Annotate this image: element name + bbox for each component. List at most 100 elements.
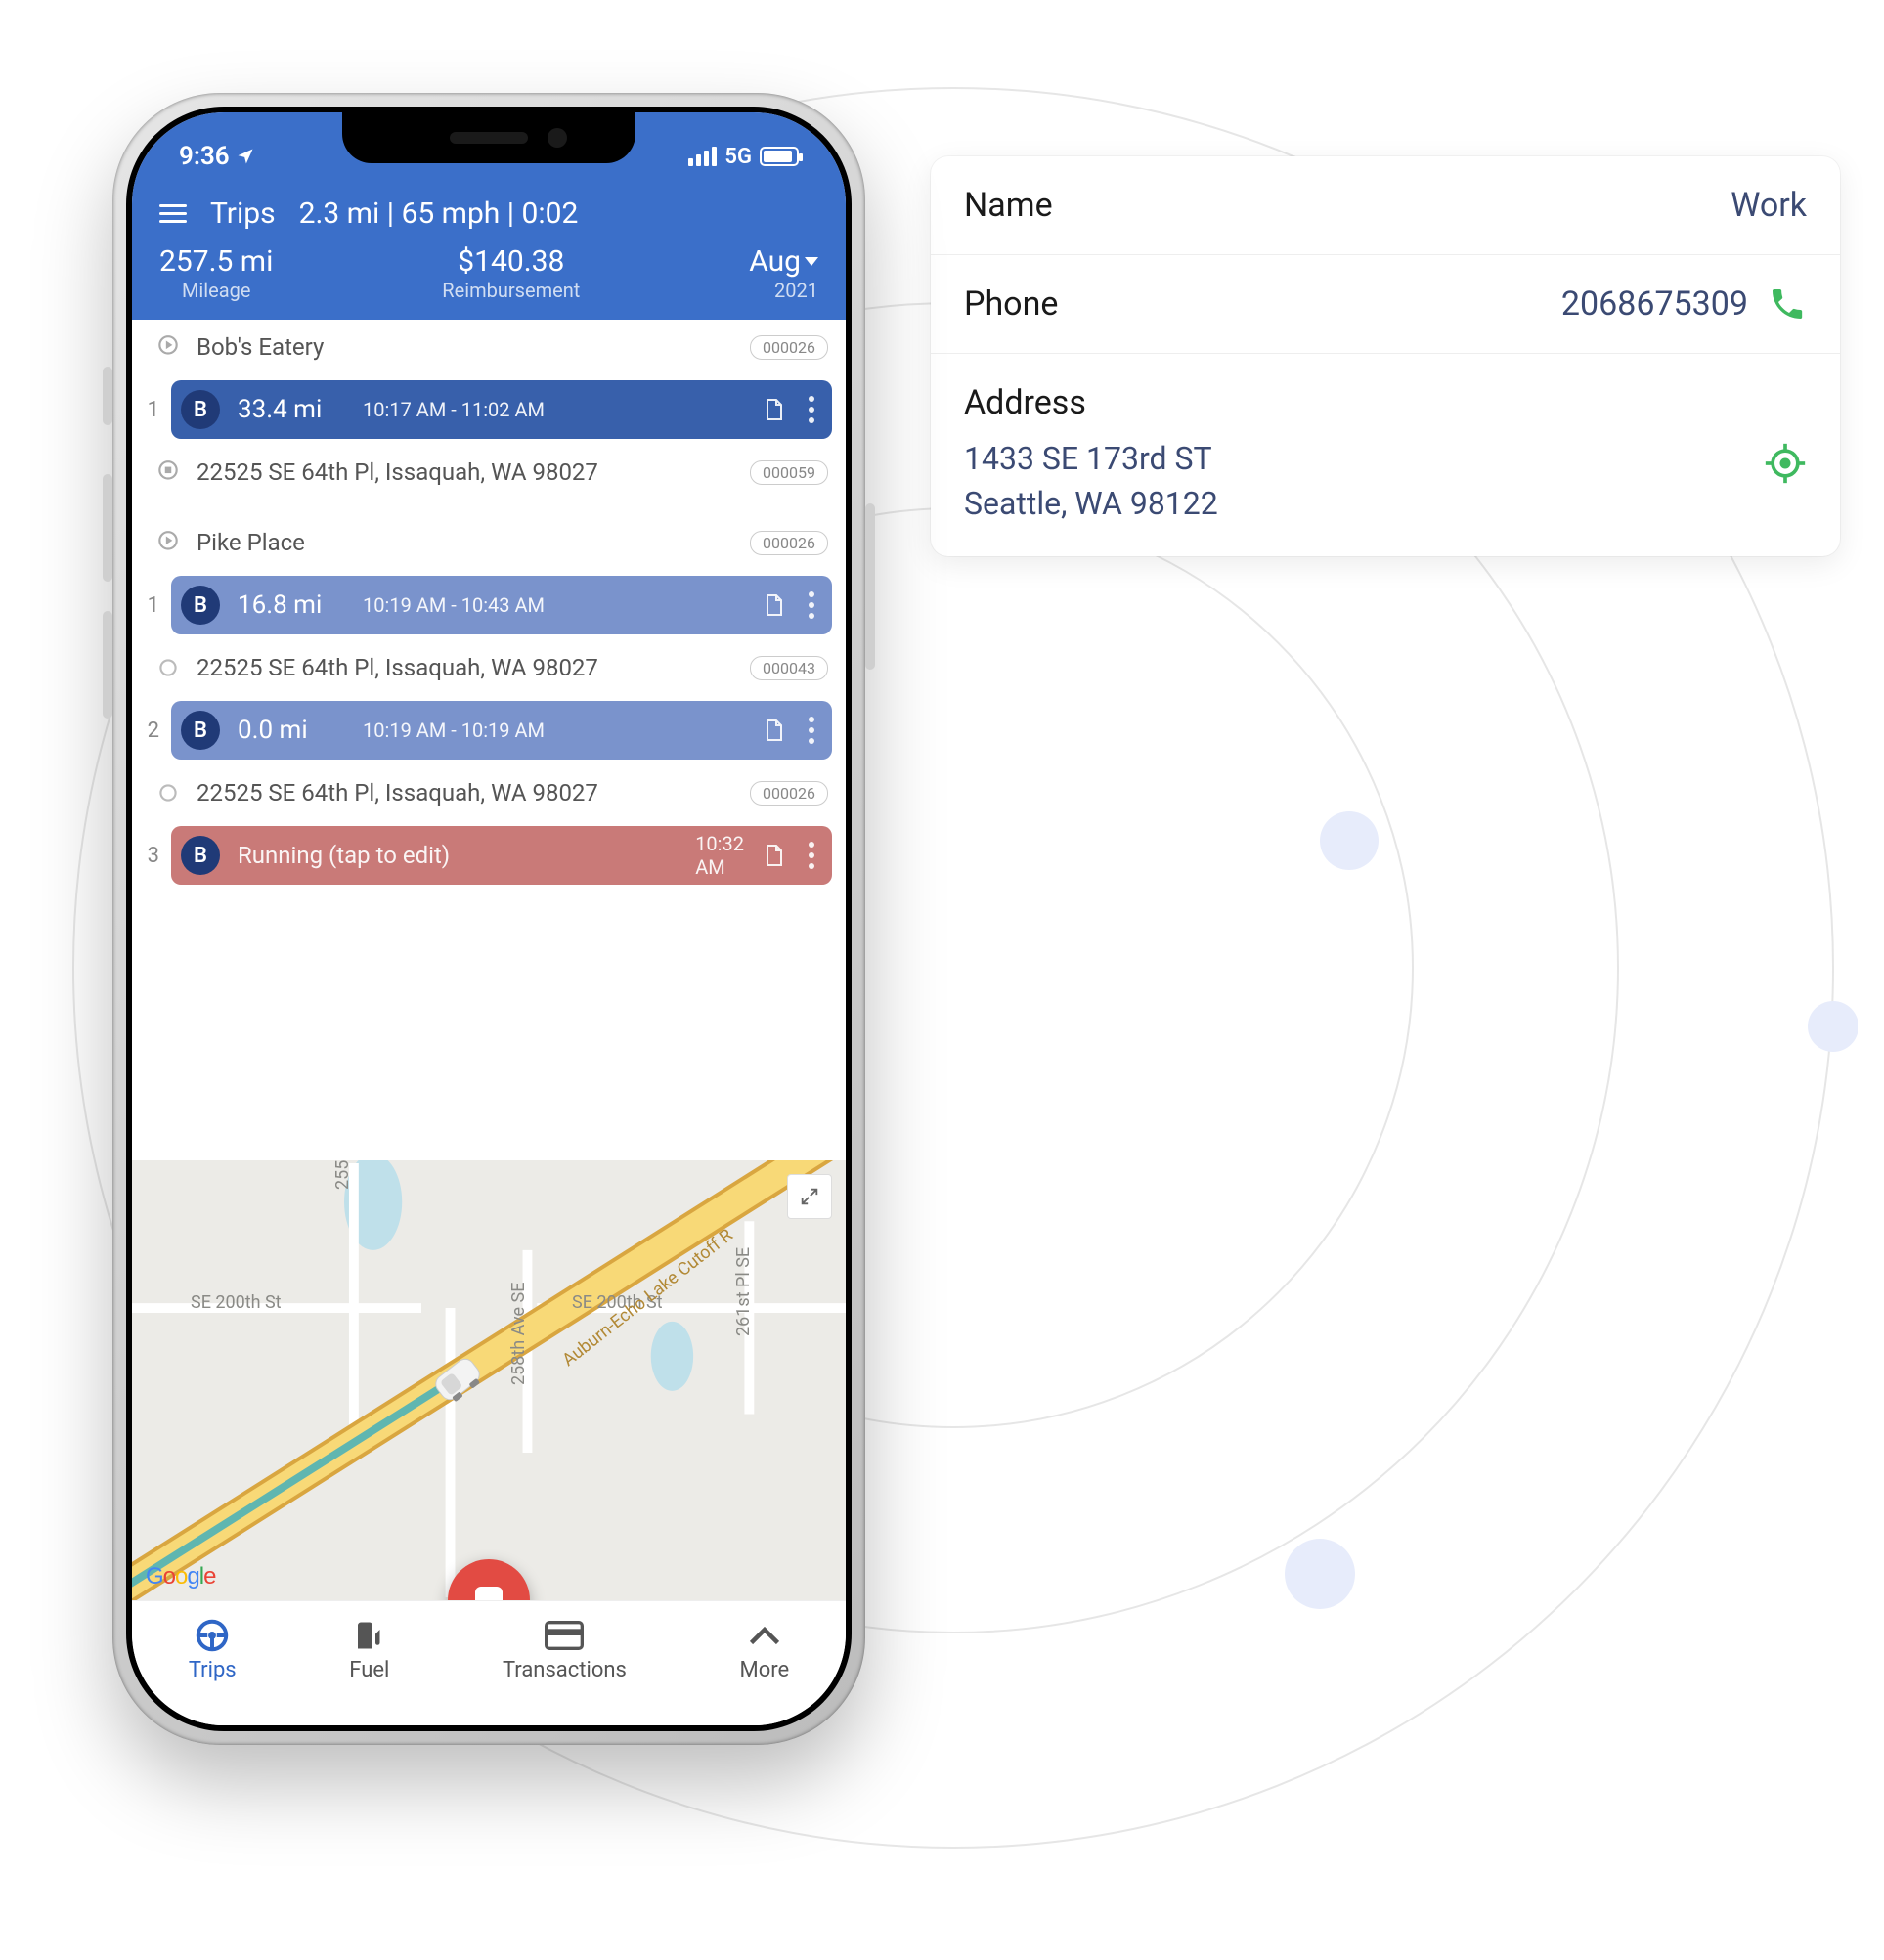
status-time: 9:36 <box>179 142 230 171</box>
contact-card: Name Work Phone 2068675309 Address 1433 … <box>931 156 1840 556</box>
location-row-start[interactable]: Bob's Eatery 000026 <box>132 320 846 374</box>
location-name: 22525 SE 64th Pl, Issaquah, WA 98027 <box>197 779 734 806</box>
chevron-up-icon <box>745 1619 784 1652</box>
nav-label: More <box>740 1658 790 1682</box>
nav-transactions[interactable]: Transactions <box>503 1619 627 1682</box>
address-line-1: 1433 SE 173rd ST <box>964 436 1218 481</box>
trip-row[interactable]: 1 B 16.8 mi 10:19 AM - 10:43 AM <box>132 570 846 640</box>
header-summary: 2.3 mi | 65 mph | 0:02 <box>299 196 579 231</box>
street-label: 261st Pl SE <box>733 1247 754 1336</box>
app-header: Trips 2.3 mi | 65 mph | 0:02 257.5 mi Mi… <box>132 183 846 320</box>
waypoint-icon <box>155 655 181 680</box>
menu-icon[interactable] <box>159 204 187 223</box>
month-year: 2021 <box>749 279 818 302</box>
location-name: 22525 SE 64th Pl, Issaquah, WA 98027 <box>197 654 734 681</box>
contact-phone-row: Phone 2068675309 <box>931 255 1840 354</box>
nav-label: Transactions <box>503 1658 627 1682</box>
phone-device-frame: 9:36 5G Trips 2.3 mi | 65 mph | 0:02 <box>112 93 865 1745</box>
stat-month[interactable]: Aug 2021 <box>749 244 818 302</box>
street-label: 258th Ave SE <box>508 1283 529 1385</box>
kebab-icon[interactable] <box>803 396 820 423</box>
trip-pill[interactable]: B 0.0 mi 10:19 AM - 10:19 AM <box>171 701 832 760</box>
trip-times: 10:19 AM - 10:43 AM <box>363 593 744 617</box>
nav-trips[interactable]: Trips <box>189 1619 237 1682</box>
location-name: Pike Place <box>197 529 734 556</box>
kebab-icon[interactable] <box>803 717 820 744</box>
trip-pill[interactable]: B 16.8 mi 10:19 AM - 10:43 AM <box>171 576 832 634</box>
steering-wheel-icon <box>193 1619 232 1652</box>
location-row-end[interactable]: 22525 SE 64th Pl, Issaquah, WA 98027 000… <box>132 445 846 500</box>
contact-name-value: Work <box>1073 186 1807 225</box>
file-icon[interactable] <box>762 717 785 744</box>
network-label: 5G <box>724 145 752 169</box>
trip-row[interactable]: 1 B 33.4 mi 10:17 AM - 11:02 AM <box>132 374 846 445</box>
expand-icon <box>799 1186 820 1207</box>
location-badge: 000026 <box>750 781 828 806</box>
contact-address-row: Address 1433 SE 173rd ST Seattle, WA 981… <box>931 354 1840 556</box>
contact-phone-label: Phone <box>964 284 1058 324</box>
trip-distance: 0.0 mi <box>238 716 345 745</box>
location-name: Bob's Eatery <box>197 333 734 361</box>
file-icon[interactable] <box>762 842 785 869</box>
stop-icon <box>475 1587 503 1600</box>
map-roads <box>132 1160 846 1600</box>
location-row-start[interactable]: Pike Place 000026 <box>132 515 846 570</box>
reimbursement-value: $140.38 <box>442 244 580 279</box>
kebab-icon[interactable] <box>803 842 820 869</box>
expand-map-button[interactable] <box>787 1174 832 1219</box>
contact-name-label: Name <box>964 186 1053 225</box>
trip-distance: 33.4 mi <box>238 395 345 424</box>
contact-address-value: 1433 SE 173rd ST Seattle, WA 98122 <box>964 436 1218 527</box>
trip-list[interactable]: Bob's Eatery 000026 1 B 33.4 mi 10:17 AM… <box>132 320 846 1160</box>
signal-icon <box>688 147 717 166</box>
trip-index: 1 <box>142 398 159 422</box>
address-line-2: Seattle, WA 98122 <box>964 481 1218 526</box>
location-badge: 000026 <box>750 335 828 360</box>
location-row-mid[interactable]: 22525 SE 64th Pl, Issaquah, WA 98027 000… <box>132 765 846 820</box>
type-badge-b: B <box>181 711 220 750</box>
phone-notch <box>342 112 635 163</box>
trip-row[interactable]: 2 B 0.0 mi 10:19 AM - 10:19 AM <box>132 695 846 765</box>
waypoint-icon <box>155 780 181 806</box>
chevron-down-icon <box>805 257 818 266</box>
phone-icon[interactable] <box>1768 284 1807 324</box>
location-arrow-icon <box>236 147 255 166</box>
trip-times: 10:19 AM - 10:19 AM <box>363 719 744 742</box>
nav-more[interactable]: More <box>740 1619 790 1682</box>
play-pin-icon <box>155 530 181 555</box>
trip-pill-running[interactable]: B Running (tap to edit) 10:32 AM <box>171 826 832 885</box>
battery-icon <box>760 147 799 166</box>
type-badge-b: B <box>181 586 220 625</box>
mileage-value: 257.5 mi <box>159 244 273 279</box>
nav-label: Trips <box>189 1658 237 1682</box>
stat-reimbursement: $140.38 Reimbursement <box>442 244 580 302</box>
stop-pin-icon <box>155 459 181 485</box>
contact-address-label: Address <box>964 383 1807 436</box>
reimbursement-label: Reimbursement <box>442 279 580 302</box>
mileage-label: Mileage <box>159 279 273 302</box>
header-title: Trips <box>210 196 276 231</box>
type-badge-b: B <box>181 836 220 875</box>
contact-name-row: Name Work <box>931 156 1840 255</box>
credit-card-icon <box>545 1619 584 1652</box>
location-badge: 000043 <box>750 656 828 680</box>
map-view[interactable]: SE 200th St SE 200th St 255th Ave SE 258… <box>132 1160 846 1600</box>
trip-running-label: Running (tap to edit) <box>238 842 678 869</box>
location-row-mid[interactable]: 22525 SE 64th Pl, Issaquah, WA 98027 000… <box>132 640 846 695</box>
trip-index: 3 <box>142 844 159 868</box>
stat-mileage: 257.5 mi Mileage <box>159 244 273 302</box>
contact-phone-value[interactable]: 2068675309 <box>1077 284 1748 324</box>
locate-icon[interactable] <box>1764 442 1807 485</box>
nav-fuel[interactable]: Fuel <box>349 1619 389 1682</box>
trip-pill[interactable]: B 33.4 mi 10:17 AM - 11:02 AM <box>171 380 832 439</box>
trip-running-time: 10:32 AM <box>695 832 744 879</box>
file-icon[interactable] <box>762 591 785 619</box>
location-name: 22525 SE 64th Pl, Issaquah, WA 98027 <box>197 458 734 486</box>
kebab-icon[interactable] <box>803 591 820 619</box>
file-icon[interactable] <box>762 396 785 423</box>
street-label: SE 200th St <box>191 1292 282 1313</box>
fuel-pump-icon <box>350 1619 389 1652</box>
bottom-nav: Trips Fuel Transactions <box>132 1600 846 1725</box>
trip-index: 2 <box>142 719 159 743</box>
trip-row-running[interactable]: 3 B Running (tap to edit) 10:32 AM <box>132 820 846 891</box>
